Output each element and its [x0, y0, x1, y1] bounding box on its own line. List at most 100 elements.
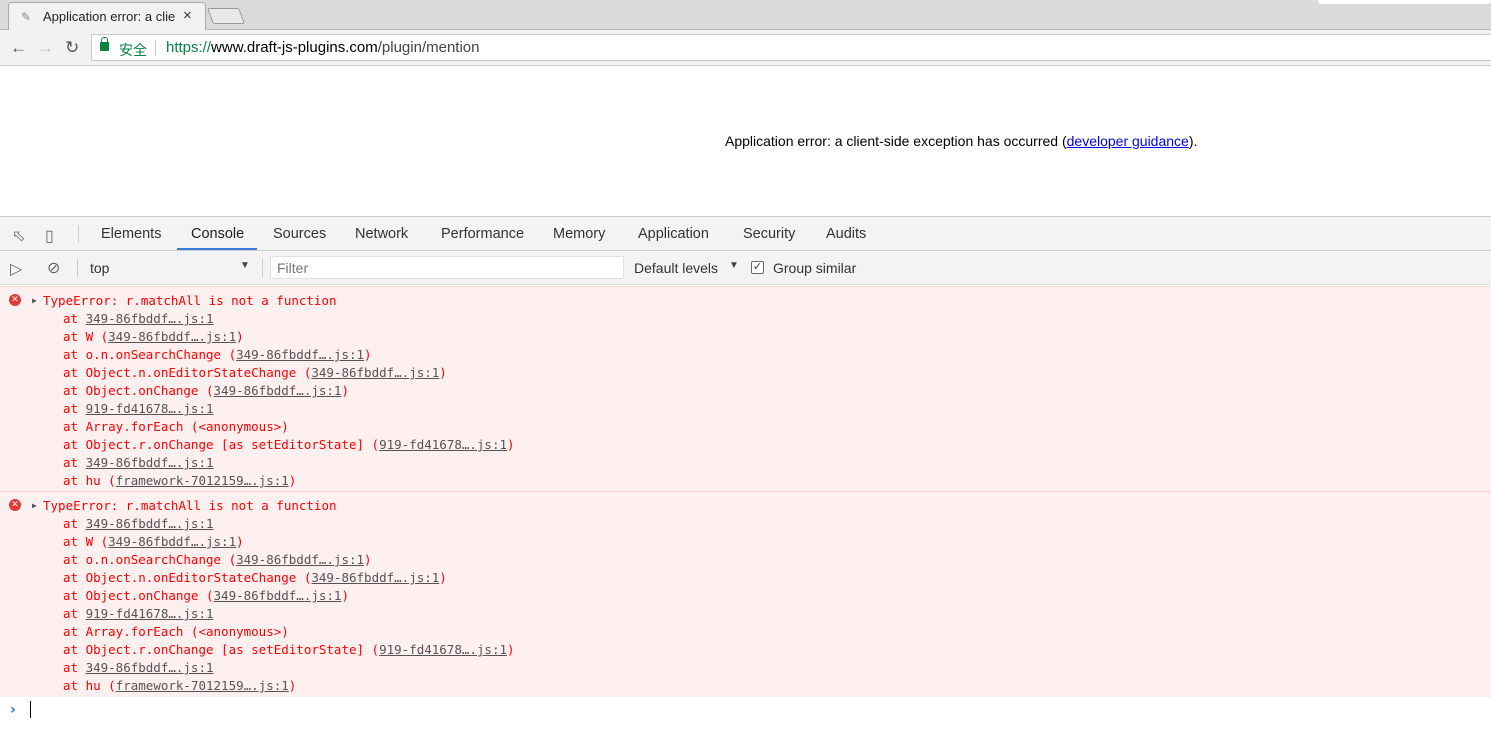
devtools-panel: ⬁ ▯ Elements Console Sources Network Per… [0, 216, 1491, 748]
address-bar[interactable]: 安全 https://www.draft-js-plugins.com/plug… [91, 34, 1491, 61]
source-link[interactable]: framework-7012159….js:1 [116, 473, 289, 488]
tab-sources[interactable]: Sources [273, 226, 326, 242]
new-tab-button[interactable] [207, 8, 245, 24]
stack-frame-function: at Object.onChange ( [63, 383, 214, 398]
source-link[interactable]: 349-86fbddf….js:1 [86, 516, 214, 531]
prompt-chevron-icon: › [10, 702, 16, 718]
chevron-down-icon[interactable]: ▼ [240, 260, 250, 271]
url-text[interactable]: https://www.draft-js-plugins.com/plugin/… [166, 39, 479, 56]
stack-frame-function: at [63, 606, 86, 621]
stack-frame: at 349-86fbddf….js:1 [63, 515, 214, 533]
url-path: /plugin/mention [377, 39, 480, 56]
stack-frame: at 919-fd41678….js:1 [63, 400, 214, 418]
console-toolbar: ▷ ⊘ top ▼ Filter Default levels ▼ ✓ Grou… [0, 251, 1491, 285]
forward-icon[interactable]: → [37, 38, 54, 58]
source-link[interactable]: 349-86fbddf….js:1 [108, 534, 236, 549]
tab-performance[interactable]: Performance [441, 226, 524, 242]
source-link[interactable]: 349-86fbddf….js:1 [236, 552, 364, 567]
tab-title: Application error: a clie [43, 9, 176, 24]
sidebar-icon[interactable]: ▷ [10, 259, 22, 279]
source-link[interactable]: 349-86fbddf….js:1 [236, 347, 364, 362]
source-link[interactable]: 349-86fbddf….js:1 [311, 365, 439, 380]
developer-guidance-link[interactable]: developer guidance [1067, 133, 1189, 149]
stack-frame-function: at Array.forEach (<anonymous>) [63, 419, 289, 434]
stack-frame: at Array.forEach (<anonymous>) [63, 623, 289, 641]
stack-frame-function: at [63, 401, 86, 416]
source-link[interactable]: 349-86fbddf….js:1 [86, 660, 214, 675]
application-error-message: Application error: a client-side excepti… [725, 133, 1197, 149]
toolbar-divider [262, 259, 263, 277]
stack-frame: at Object.r.onChange [as setEditorState]… [63, 641, 515, 659]
source-link[interactable]: 349-86fbddf….js:1 [214, 383, 342, 398]
stack-frame-function: at o.n.onSearchChange ( [63, 347, 237, 362]
stack-frame: at 349-86fbddf….js:1 [63, 310, 214, 328]
console-error-message: ✕ ▶ TypeError: r.matchAll is not a functio… [0, 286, 1491, 491]
source-link[interactable]: 919-fd41678….js:1 [86, 606, 214, 621]
error-tail: ). [1188, 133, 1198, 149]
stack-frame: at Array.forEach (<anonymous>) [63, 418, 289, 436]
error-message-text[interactable]: TypeError: r.matchAll is not a function [43, 292, 337, 310]
active-tab-indicator [177, 248, 257, 250]
log-levels-dropdown[interactable]: Default levels [634, 260, 718, 276]
tab-elements[interactable]: Elements [101, 226, 161, 242]
console-prompt[interactable]: › [0, 696, 1491, 749]
stack-frame-function: at Array.forEach (<anonymous>) [63, 624, 289, 639]
stack-frame-suffix: ) [341, 383, 349, 398]
device-icon[interactable]: ▯ [45, 226, 54, 246]
stack-frame-function: at Object.n.onEditorStateChange ( [63, 365, 312, 380]
tab-console[interactable]: Console [191, 226, 244, 242]
tab-audits[interactable]: Audits [826, 226, 866, 242]
context-selector[interactable]: top [90, 260, 109, 276]
tab-security[interactable]: Security [743, 226, 795, 242]
source-link[interactable]: 919-fd41678….js:1 [379, 642, 507, 657]
error-message-text[interactable]: TypeError: r.matchAll is not a function [43, 497, 337, 515]
clear-console-icon[interactable]: ⊘ [47, 258, 60, 278]
expand-triangle-icon[interactable]: ▶ [32, 296, 37, 305]
page-viewport: Application error: a client-side excepti… [0, 67, 1491, 216]
url-scheme: https:// [166, 39, 212, 56]
stack-frame-function: at W ( [63, 329, 109, 344]
console-error-message: ✕ ▶ TypeError: r.matchAll is not a functio… [0, 491, 1491, 696]
stack-frame: at Object.onChange (349-86fbddf….js:1) [63, 382, 349, 400]
stack-frame-function: at [63, 311, 86, 326]
tab-close-icon[interactable]: × [183, 7, 192, 24]
stack-frame: at Object.onChange (349-86fbddf….js:1) [63, 587, 349, 605]
filter-input[interactable]: Filter [270, 256, 624, 279]
stack-frame: at 349-86fbddf….js:1 [63, 659, 214, 677]
stack-frame-function: at Object.onChange ( [63, 588, 214, 603]
back-icon[interactable]: ← [10, 38, 27, 58]
expand-triangle-icon[interactable]: ▶ [32, 501, 37, 510]
favicon-icon: ✎ [21, 10, 32, 24]
group-similar-checkbox[interactable]: ✓ [751, 261, 764, 274]
stack-frame: at W (349-86fbddf….js:1) [63, 533, 244, 551]
source-link[interactable]: 349-86fbddf….js:1 [86, 455, 214, 470]
url-host: www.draft-js-plugins.com [211, 39, 378, 56]
source-link[interactable]: 349-86fbddf….js:1 [108, 329, 236, 344]
tab-memory[interactable]: Memory [553, 226, 605, 242]
stack-frame-function: at [63, 455, 86, 470]
stack-frame-suffix: ) [288, 473, 297, 488]
reload-icon[interactable]: ↻ [65, 38, 79, 58]
stack-frame-suffix: ) [507, 642, 515, 657]
source-link[interactable]: 349-86fbddf….js:1 [86, 311, 214, 326]
source-link[interactable]: 919-fd41678….js:1 [379, 437, 507, 452]
tab-network[interactable]: Network [355, 226, 408, 242]
stack-frame-suffix: ) [364, 552, 372, 567]
stack-frame: at hu (framework-7012159….js:1) [63, 472, 296, 490]
browser-tab[interactable]: ✎ Application error: a clie × [8, 2, 206, 30]
source-link[interactable]: 349-86fbddf….js:1 [214, 588, 342, 603]
chevron-down-icon[interactable]: ▼ [729, 260, 739, 271]
stack-frame-suffix: ) [341, 588, 349, 603]
secure-label: 安全 [119, 42, 147, 58]
lock-icon [100, 37, 109, 51]
source-link[interactable]: 919-fd41678….js:1 [86, 401, 214, 416]
error-icon: ✕ [9, 294, 21, 306]
source-link[interactable]: 349-86fbddf….js:1 [311, 570, 439, 585]
stack-frame: at Object.n.onEditorStateChange (349-86f… [63, 364, 447, 382]
inspect-icon[interactable]: ⬁ [12, 226, 25, 246]
stack-frame-suffix: ) [288, 678, 297, 693]
stack-frame: at o.n.onSearchChange (349-86fbddf….js:1… [63, 346, 372, 364]
tab-application[interactable]: Application [638, 226, 709, 242]
window-controls [1318, 0, 1491, 4]
source-link[interactable]: framework-7012159….js:1 [116, 678, 289, 693]
